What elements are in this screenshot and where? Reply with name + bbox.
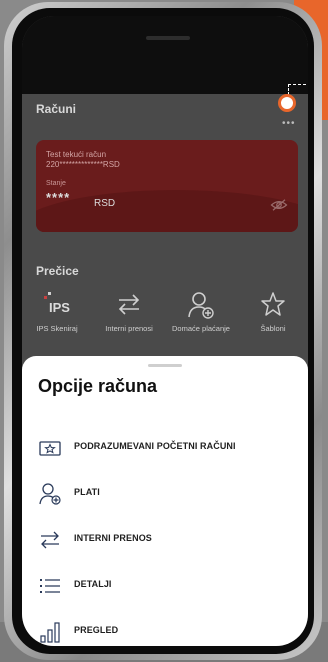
option-overview[interactable]: PREGLED	[22, 612, 308, 646]
status-bar-notch	[22, 16, 308, 94]
sheet-title: Opcije računa	[38, 376, 158, 396]
shortcut-label: Šabloni	[260, 324, 286, 333]
option-label: PREGLED	[74, 625, 119, 635]
star-card-icon	[39, 441, 61, 456]
transfer-arrows-icon	[118, 294, 140, 315]
option-label: INTERNI PRENOS	[74, 533, 152, 543]
shortcuts-title: Prečice	[36, 264, 79, 278]
shortcut-internal-transfers[interactable]: Interni prenosi	[94, 284, 164, 344]
card-wave-decoration	[36, 190, 298, 232]
transfer-arrows-icon	[41, 531, 59, 549]
account-more-options-button[interactable]: •••	[282, 118, 296, 129]
person-add-icon	[39, 483, 61, 505]
balance-masked: ****	[46, 190, 71, 205]
option-details[interactable]: DETALJI	[22, 566, 308, 606]
account-number: 220**************RSD	[46, 160, 120, 169]
ips-icon: IPS	[44, 292, 70, 315]
eye-slash-icon[interactable]	[270, 198, 288, 212]
account-card[interactable]: Test tekući račun 220**************RSD S…	[36, 140, 298, 232]
option-internal-transfer[interactable]: INTERNI PRENOS	[22, 520, 308, 560]
phone-screen: Računi ••• Test tekući račun 220********…	[22, 16, 308, 646]
account-options-sheet: Opcije računa PODRAZUMEVANI POČETNI RAČU…	[22, 356, 308, 646]
tutorial-pointer-line	[288, 84, 308, 95]
option-default-accounts[interactable]: PODRAZUMEVANI POČETNI RAČUNI	[22, 428, 308, 468]
sheet-grabber[interactable]	[148, 364, 182, 367]
accounts-screen: Računi ••• Test tekući račun 220********…	[22, 84, 308, 359]
shortcut-label: Domaće plaćanje	[172, 324, 230, 333]
shortcut-templates[interactable]: Šabloni	[238, 284, 308, 344]
accounts-title: Računi	[36, 102, 77, 116]
svg-text:IPS: IPS	[49, 300, 70, 315]
option-label: DETALJI	[74, 579, 112, 589]
person-add-icon	[188, 292, 214, 319]
speaker-grille	[146, 36, 190, 40]
balance-label: Stanje	[46, 180, 66, 187]
bar-chart-icon	[40, 622, 60, 643]
account-name: Test tekući račun	[46, 150, 107, 159]
shortcut-label: IPS Skeniraj	[36, 324, 78, 333]
shortcut-ips-scan[interactable]: IPS IPS Skeniraj	[22, 284, 92, 344]
shortcut-domestic-payment[interactable]: Domaće plaćanje	[166, 284, 236, 344]
balance-currency: RSD	[94, 198, 116, 209]
option-pay[interactable]: PLATI	[22, 474, 308, 514]
shortcut-label: Interni prenosi	[105, 324, 153, 333]
tutorial-highlight-ring	[278, 94, 296, 112]
star-icon	[261, 292, 285, 316]
option-label: PODRAZUMEVANI POČETNI RAČUNI	[74, 441, 236, 451]
option-label: PLATI	[74, 487, 100, 497]
list-icon	[40, 579, 60, 593]
